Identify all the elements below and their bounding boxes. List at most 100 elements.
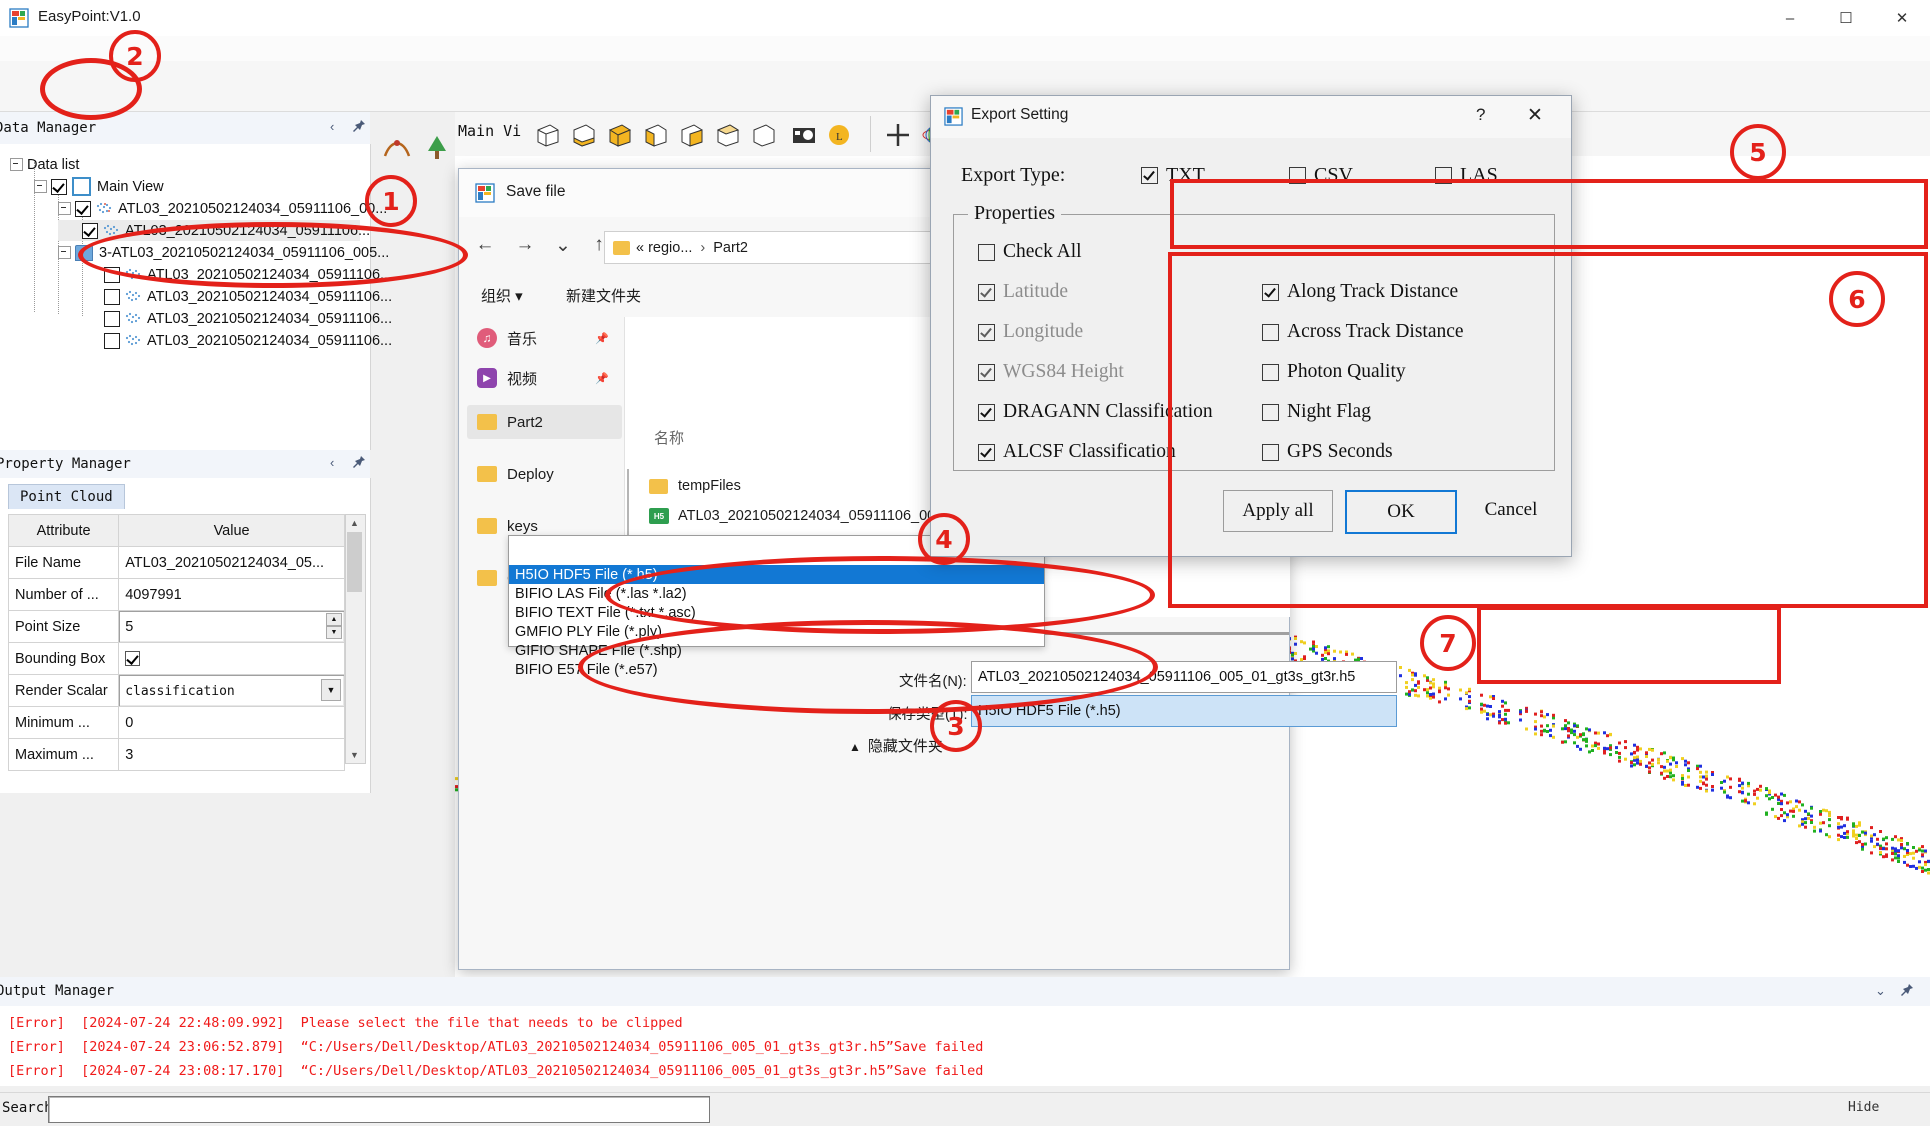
checkbox[interactable] — [75, 201, 91, 217]
tree-node-child-3[interactable]: ATL03_20210502124034_05911106... — [82, 308, 392, 329]
search-input[interactable] — [48, 1096, 710, 1123]
property-check-all[interactable]: Check All — [978, 241, 1082, 263]
output-manager-header: Output Manager ⌄ — [0, 977, 1930, 1007]
tab-point-cloud[interactable]: Point Cloud — [8, 484, 125, 509]
checkbox[interactable] — [1141, 167, 1158, 184]
checkbox[interactable] — [978, 444, 995, 461]
tree-icon[interactable] — [422, 133, 452, 163]
curve-fit-icon[interactable] — [382, 133, 412, 163]
checkbox[interactable] — [978, 284, 995, 301]
data-manager-pin-icon[interactable] — [352, 119, 366, 136]
checkbox[interactable] — [104, 333, 120, 349]
attribute-cell: Render Scalar — [9, 675, 119, 707]
checkbox[interactable] — [978, 244, 995, 261]
column-header-name[interactable]: 名称 — [654, 427, 684, 448]
tree-node-atl03-a[interactable]: ATL03_20210502124034_05911106_00... — [58, 198, 387, 219]
back-button[interactable]: ← — [469, 229, 501, 261]
recent-locations-button[interactable]: ⌄ — [547, 229, 579, 261]
property-wgs84-height[interactable]: WGS84 Height — [978, 361, 1124, 383]
forward-button[interactable]: → — [509, 229, 541, 261]
annotation-ellipse-filetype — [578, 620, 1158, 714]
point-size-value: 5 — [125, 619, 133, 635]
point-cloud-icon — [96, 202, 112, 215]
hide-folders-toggle[interactable]: ▲隐藏文件夹 — [849, 735, 943, 756]
table-row: Number of ... 4097991 — [9, 579, 345, 611]
view-front-icon[interactable] — [640, 122, 671, 148]
view-iso-icon[interactable] — [532, 122, 563, 148]
scroll-up-arrow[interactable]: ▲ — [346, 515, 363, 531]
expander-icon[interactable] — [10, 158, 23, 171]
crosshair-icon[interactable] — [883, 122, 914, 148]
table-row: File Name ATL03_20210502124034_05... — [9, 547, 345, 579]
checkbox[interactable] — [51, 179, 67, 195]
view-top-icon[interactable] — [604, 122, 635, 148]
chevron-down-icon[interactable]: ⌄ — [1875, 983, 1886, 999]
close-button[interactable]: ✕ — [1874, 0, 1930, 36]
hide-label[interactable]: Hide — [1848, 1100, 1879, 1115]
tab-main-view[interactable]: Main Vi — [458, 122, 521, 140]
menu-bar: File Edit View Tools Help — [0, 36, 1930, 61]
pin-icon[interactable]: 📌 — [595, 372, 609, 385]
data-manager-tree: Data list Main View ATL03_20210502124034… — [0, 144, 371, 450]
tree-node-child-4[interactable]: ATL03_20210502124034_05911106... — [82, 330, 392, 351]
view-bottom-icon[interactable] — [568, 122, 599, 148]
camera-icon[interactable] — [788, 122, 819, 148]
music-icon: ♫ — [477, 328, 497, 348]
expander-icon[interactable] — [58, 246, 71, 259]
view-left-icon[interactable] — [712, 122, 743, 148]
new-folder-button[interactable]: 新建文件夹 — [566, 285, 641, 306]
stepper-arrows[interactable]: ▲ ▼ — [326, 613, 342, 639]
minimize-button[interactable]: – — [1762, 0, 1818, 36]
value-cell: 4097991 — [119, 579, 345, 611]
property-table-scrollbar[interactable]: ▲ ▼ — [345, 514, 366, 764]
breadcrumb-root[interactable]: « regio... — [636, 240, 692, 256]
checkbox[interactable] — [82, 223, 98, 239]
light-bulb-icon[interactable]: L — [824, 122, 855, 148]
breadcrumb-current[interactable]: Part2 — [713, 240, 748, 256]
attribute-cell: Point Size — [9, 611, 119, 643]
sidebar-item-deploy[interactable]: Deploy — [477, 457, 617, 491]
view-back-icon[interactable] — [676, 122, 707, 148]
data-manager-collapse-icon[interactable]: ‹ — [330, 119, 334, 134]
checkbox[interactable] — [104, 311, 120, 327]
close-button[interactable]: ✕ — [1527, 104, 1543, 127]
sidebar-item-music[interactable]: ♫ 音乐 📌 — [477, 321, 617, 355]
checkbox[interactable] — [978, 324, 995, 341]
tree-node-main-view[interactable]: Main View — [34, 176, 164, 197]
property-alcsf-classification[interactable]: ALCSF Classification — [978, 441, 1176, 463]
tree-node-child-2[interactable]: ATL03_20210502124034_05911106... — [82, 286, 392, 307]
bounding-box-checkbox[interactable] — [125, 651, 140, 666]
expander-icon[interactable] — [34, 180, 47, 193]
property-longitude[interactable]: Longitude — [978, 321, 1083, 343]
sidebar-item-part2[interactable]: Part2 — [467, 405, 622, 439]
point-size-stepper[interactable]: 5 ▲ ▼ — [119, 611, 345, 643]
checkbox[interactable] — [978, 364, 995, 381]
annotation-rect-export-type — [1170, 179, 1928, 249]
chevron-down-icon[interactable]: ▼ — [321, 679, 341, 701]
property-manager-collapse-icon[interactable]: ‹ — [330, 455, 334, 470]
log-line: [Error] [2024-07-24 22:48:09.992] Please… — [8, 1015, 683, 1031]
properties-legend: Properties — [968, 202, 1061, 225]
point-cloud-icon — [125, 334, 141, 347]
app-logo-icon — [944, 107, 963, 126]
expander-icon[interactable] — [58, 202, 71, 215]
render-scalar-combo[interactable]: classification ▼ — [119, 675, 345, 707]
checkbox[interactable] — [978, 404, 995, 421]
sidebar-item-video[interactable]: ▶ 视频 📌 — [477, 361, 617, 395]
tree-node-data-list[interactable]: Data list — [10, 154, 79, 175]
output-log[interactable]: [Error] [2024-07-24 22:48:09.992] Please… — [0, 1006, 1930, 1086]
property-manager-pin-icon[interactable] — [352, 455, 366, 472]
list-item[interactable]: tempFiles — [649, 471, 741, 501]
maximize-button[interactable]: ☐ — [1818, 0, 1874, 36]
organize-menu[interactable]: 组织 ▾ — [481, 285, 523, 306]
scroll-down-arrow[interactable]: ▼ — [346, 747, 363, 763]
bounding-box-cell[interactable] — [119, 643, 345, 675]
property-latitude[interactable]: Latitude — [978, 281, 1068, 303]
pin-icon[interactable]: 📌 — [595, 332, 609, 345]
output-manager-pin-icon[interactable] — [1900, 983, 1914, 1000]
scroll-thumb[interactable] — [347, 532, 362, 592]
view-right-icon[interactable] — [748, 122, 779, 148]
folder-icon — [477, 570, 497, 586]
help-button[interactable]: ? — [1476, 105, 1485, 125]
checkbox[interactable] — [104, 289, 120, 305]
